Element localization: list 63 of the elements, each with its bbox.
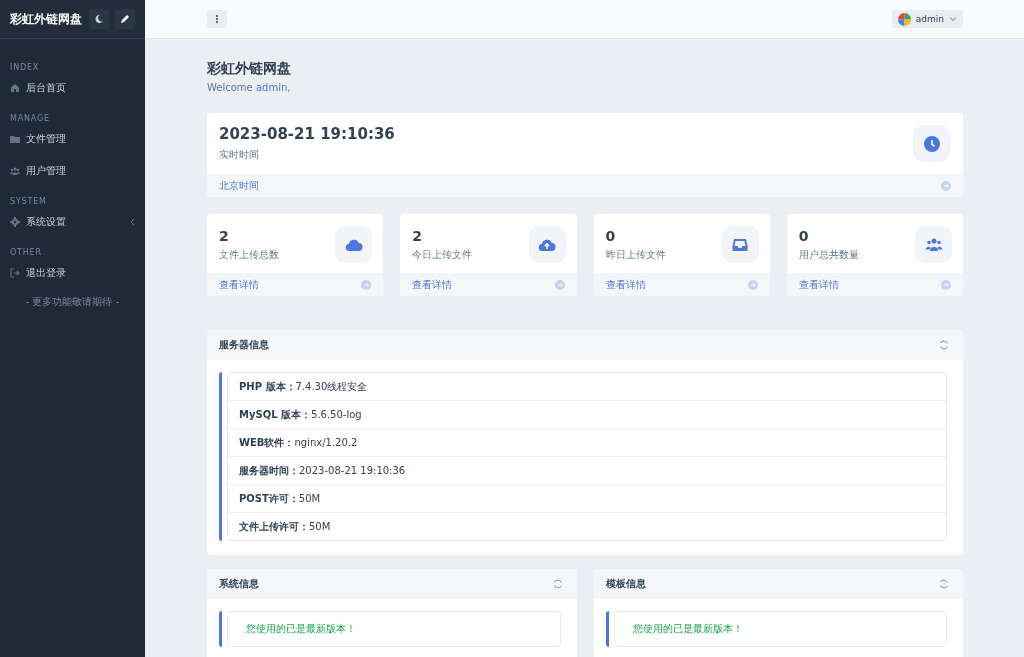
moon-icon[interactable]: [89, 9, 109, 29]
nav-item[interactable]: 后台首页: [0, 78, 145, 98]
folder-icon: [10, 134, 20, 144]
pencil-icon[interactable]: [115, 9, 135, 29]
info-row: 服务器时间：2023-08-21 19:10:36: [228, 457, 946, 485]
info-row: POST许可：50M: [228, 485, 946, 513]
details-link[interactable]: 查看详情: [412, 277, 453, 292]
stat-label: 用户总共数量: [798, 247, 859, 262]
info-row: MySQL 版本：5.6.50-log: [228, 401, 946, 429]
arrow-circle-icon: [361, 279, 372, 290]
stat-value: 2: [412, 227, 423, 244]
more-button[interactable]: [207, 10, 227, 28]
stat-label: 昨日上传文件: [605, 247, 666, 262]
details-link[interactable]: 查看详情: [798, 277, 839, 292]
stat-value: 0: [798, 227, 810, 244]
section-heading: INDEX: [9, 62, 41, 74]
stat-label: 文件上传总数: [219, 247, 279, 262]
cloud-icon: [335, 226, 373, 263]
sidebar-footer-note: - 更多功能敬请期待 -: [24, 295, 121, 309]
home-icon: [10, 83, 20, 93]
chevron-icon: [129, 218, 135, 226]
arrow-circle-icon: [747, 279, 758, 290]
section-heading: MANAGE: [9, 113, 51, 125]
panel-title: 系统信息: [219, 577, 259, 591]
panel-title: 服务器信息: [219, 338, 269, 352]
arrow-circle-icon: [941, 279, 951, 290]
nav-item[interactable]: 文件管理: [0, 129, 145, 149]
current-time: 2023-08-21 19:10:36: [219, 125, 395, 143]
panel-title: 模板信息: [605, 577, 646, 591]
upload-icon: [528, 226, 566, 263]
avatar-icon: [897, 12, 911, 26]
user-menu-button[interactable]: admin: [891, 10, 963, 28]
stat-value: 0: [605, 227, 617, 244]
nav-item[interactable]: 系统设置: [0, 212, 145, 232]
stat-label: 今日上传文件: [412, 247, 473, 262]
nav-item[interactable]: 用户管理: [0, 161, 145, 181]
welcome-text: Welcome: [207, 82, 253, 93]
info-row: WEB软件：nginx/1.20.2: [228, 429, 946, 457]
users-icon: [10, 166, 20, 176]
dots-icon: [215, 14, 219, 24]
username-link[interactable]: admin,: [255, 82, 291, 93]
page-title: 彩虹外链网盘: [207, 60, 292, 78]
logout-icon: [10, 268, 20, 278]
details-link[interactable]: 查看详情: [605, 277, 646, 292]
info-row-text: 文件上传许可：50M: [238, 519, 332, 534]
version-message: 您使用的已是最新版本！: [631, 622, 744, 636]
users-icon: [915, 226, 952, 263]
section-heading: SYSTEM: [9, 196, 48, 208]
time-label: 实时时间: [219, 148, 260, 162]
nav-item[interactable]: 退出登录: [0, 263, 145, 283]
version-message: 您使用的已是最新版本！: [245, 622, 357, 636]
inbox-icon: [721, 226, 759, 263]
section-heading: OTHER: [9, 247, 43, 259]
info-row: PHP 版本：7.4.30线程安全: [228, 373, 946, 401]
stat-value: 2: [219, 227, 230, 244]
details-link[interactable]: 查看详情: [219, 277, 259, 292]
gear-icon: [10, 217, 20, 227]
brand-title: 彩虹外链网盘: [10, 10, 83, 28]
timezone-link[interactable]: 北京时间: [219, 178, 259, 193]
caret-icon: [949, 16, 957, 22]
clock-icon: [913, 125, 950, 162]
arrow-circle-icon: [941, 180, 951, 191]
arrow-circle-icon: [554, 279, 565, 290]
